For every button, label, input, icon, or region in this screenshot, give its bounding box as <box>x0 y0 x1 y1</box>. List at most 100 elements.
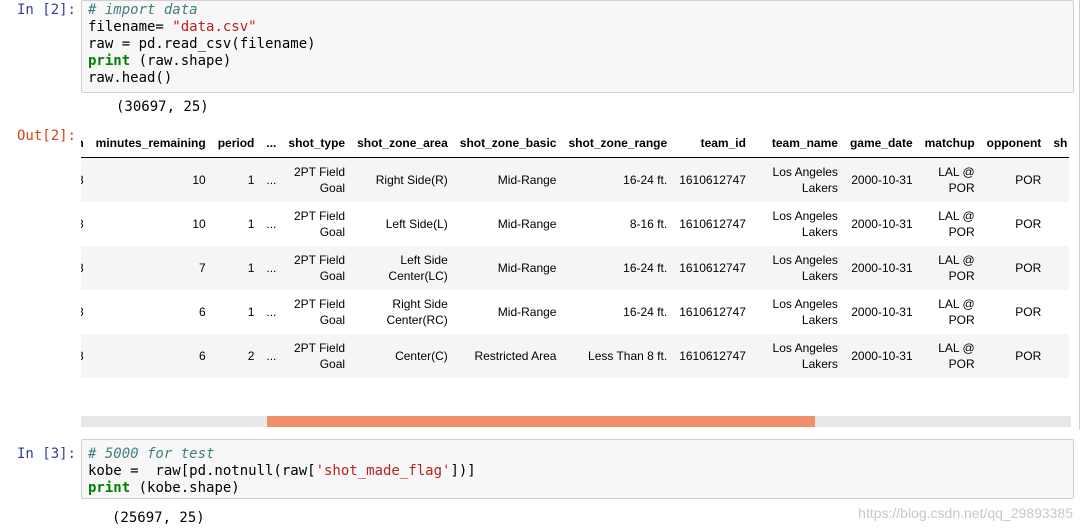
code-line: (raw.shape) <box>130 53 232 69</box>
table-cell <box>1047 202 1069 246</box>
table-cell: POR <box>980 334 1048 378</box>
table-cell: ... <box>260 157 283 202</box>
table-cell: 1 <box>211 157 261 202</box>
table-cell: Mid-Range <box>453 157 563 202</box>
table-cell: Los Angeles Lakers <box>751 334 844 378</box>
table-cell: LAL @ POR <box>918 157 981 202</box>
output-prompt: Out[2]: <box>16 128 76 144</box>
column-header: shot_zone_area <box>351 128 454 158</box>
table-cell: 1610612747 <box>673 334 752 378</box>
code-line: filename= <box>88 19 173 35</box>
code-string: "data.csv" <box>172 19 257 35</box>
table-header-row: onminutes_remainingperiod...shot_typesho… <box>81 128 1069 158</box>
table-cell: 1 <box>211 246 261 290</box>
table-cell: Center(C) <box>351 334 454 378</box>
table-cell: 2PT Field Goal <box>282 157 352 202</box>
table-cell: POR <box>1015 305 1042 319</box>
table-cell: LAL @ POR <box>918 246 981 290</box>
table-cell: LAL @ POR <box>938 297 975 327</box>
code-comment: # import data <box>88 2 198 18</box>
code-editor[interactable]: # 5000 for test kobe = raw[pd.notnull(ra… <box>81 439 1074 499</box>
table-cell: 2000-10-31 <box>843 246 919 290</box>
table-cell: Mid-Range <box>497 217 557 231</box>
table-cell: Mid-Range <box>497 305 557 319</box>
table-row: 18 6 1... 2PT Field Goal Right Side Center(R… <box>81 290 1069 334</box>
column-header: period <box>211 128 261 158</box>
table-cell: LAL @ POR <box>938 209 975 239</box>
table-cell: Los Angeles Lakers <box>772 209 838 239</box>
input-prompt: In [2]: <box>16 2 76 18</box>
table-cell: POR <box>1015 217 1042 231</box>
table-cell: 8-16 ft. <box>629 217 668 231</box>
stdout-output: (25697, 25) <box>112 510 205 526</box>
table-cell: 18 <box>81 290 90 334</box>
input-prompt: In [3]: <box>16 446 76 462</box>
column-header: minutes_remaining <box>89 128 212 158</box>
table-cell: 2000-10-31 <box>851 305 913 319</box>
code-keyword: print <box>88 480 131 496</box>
table-cell: ... <box>260 334 283 378</box>
table-cell: Los Angeles Lakers <box>751 246 844 290</box>
column-header: team_id <box>673 128 752 158</box>
column-header: game_date <box>843 128 919 158</box>
table-cell: Right Side Center(RC) <box>386 297 448 327</box>
scrollbar-thumb[interactable] <box>266 416 815 427</box>
table-cell: POR <box>980 157 1048 202</box>
table-cell: 16-24 ft. <box>562 246 674 290</box>
table-cell: 1610612747 <box>679 217 746 231</box>
table-cell: ... <box>266 217 277 231</box>
code-cell-2[interactable]: In [2]: # import data filename= "data.cs… <box>0 0 1081 430</box>
dataframe-output[interactable]: onminutes_remainingperiod...shot_typesho… <box>81 128 1069 428</box>
horizontal-scrollbar[interactable] <box>81 416 1071 427</box>
table-cell: LAL @ POR <box>918 334 981 378</box>
table-cell <box>1047 334 1069 378</box>
table-cell: 08 <box>81 246 90 290</box>
table-cell: 16-24 ft. <box>623 305 668 319</box>
table-cell: 7 <box>89 246 212 290</box>
code-comment: # 5000 for test <box>88 446 215 462</box>
stdout-output: (30697, 25) <box>116 99 209 115</box>
column-header: on <box>81 128 90 158</box>
table-cell: 16-24 ft. <box>562 157 674 202</box>
column-header: sh <box>1047 128 1069 158</box>
table-cell: POR <box>980 246 1048 290</box>
table-cell: Restricted Area <box>453 334 563 378</box>
table-cell: 2PT Field Goal <box>293 209 346 239</box>
code-line: (kobe.shape) <box>130 480 240 496</box>
table-cell: Left Side(L) <box>385 217 448 231</box>
table-cell: 2 <box>211 334 261 378</box>
table-cell <box>1047 246 1069 290</box>
table-cell: 6 <box>199 305 206 319</box>
column-header: matchup <box>918 128 981 158</box>
table-cell: 2PT Field Goal <box>293 297 346 327</box>
column-header: ... <box>260 128 283 158</box>
table-cell: Mid-Range <box>453 246 563 290</box>
column-header: shot_zone_basic <box>453 128 563 158</box>
code-line: kobe = raw[pd.notnull(raw[ <box>88 463 316 479</box>
table-cell: 1610612747 <box>673 246 752 290</box>
table-cell: 68 <box>81 202 90 246</box>
table-cell: 2000-10-31 <box>843 334 919 378</box>
code-editor[interactable]: # import data filename= "data.csv" raw =… <box>81 0 1074 93</box>
table-cell: 2000-10-31 <box>851 217 913 231</box>
table-cell: 10 <box>89 157 212 202</box>
table-cell: 1610612747 <box>679 305 746 319</box>
table-cell: Los Angeles Lakers <box>772 297 838 327</box>
table-cell: 1610612747 <box>673 157 752 202</box>
table-cell: ... <box>260 246 283 290</box>
table-cell: 1 <box>247 217 255 231</box>
table-cell: 1 <box>247 305 255 319</box>
code-line: ])] <box>450 463 476 479</box>
column-header: team_name <box>751 128 844 158</box>
table-cell: 6 <box>89 334 212 378</box>
code-keyword: print <box>88 53 131 69</box>
watermark: https://blog.csdn.net/qq_29893385 <box>858 505 1073 521</box>
dataframe-table: onminutes_remainingperiod...shot_typesho… <box>81 128 1069 378</box>
code-line: raw.head() <box>88 70 173 86</box>
table-cell: 2000-10-31 <box>843 157 919 202</box>
table-cell: 2PT Field Goal <box>282 334 352 378</box>
table-row: 28101...2PT Field GoalRight Side(R)Mid-R… <box>81 157 1069 202</box>
code-string: 'shot_made_flag' <box>315 463 451 479</box>
table-cell: 98 <box>81 334 90 378</box>
table-cell: Less Than 8 ft. <box>562 334 674 378</box>
